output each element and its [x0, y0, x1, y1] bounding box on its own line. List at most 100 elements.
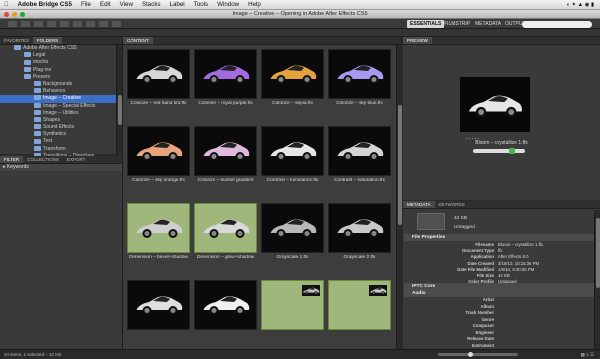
thumbnail-item[interactable]: Colorize – royal purple.ffx [192, 47, 259, 124]
folder-item[interactable]: Presets [0, 74, 122, 81]
path-bar [0, 29, 600, 37]
folder-item[interactable]: Shapes [0, 117, 122, 124]
filter-keywords-row[interactable]: ▸ Keywords [0, 164, 122, 171]
forward-icon[interactable] [21, 20, 30, 27]
folder-icon [34, 131, 41, 137]
folder-item[interactable]: Plug-ins [0, 67, 122, 74]
car-image [337, 142, 384, 161]
tab-preview[interactable]: PREVIEW [403, 37, 432, 44]
folder-item[interactable]: Backgrounds [0, 81, 122, 88]
thumbnail-item[interactable] [192, 278, 259, 355]
tab-keywords[interactable]: KEYWORDS [435, 201, 469, 208]
apple-icon[interactable]:  [4, 1, 9, 8]
folder-item[interactable]: mocha [0, 59, 122, 66]
folder-icon [34, 95, 41, 101]
window-controls [4, 12, 25, 17]
thumbnail-item[interactable] [326, 278, 393, 355]
thumbnail-item[interactable]: Dimension – glow+shadow [192, 201, 259, 278]
thumbnail-size-handle[interactable] [468, 352, 473, 357]
tab-collections[interactable]: COLLECTIONS [23, 156, 63, 163]
recent-icon[interactable] [34, 20, 43, 27]
tab-folders[interactable]: FOLDERS [32, 37, 63, 44]
folder-label: Synthetics [43, 131, 67, 138]
thumbnail-item[interactable] [259, 278, 326, 355]
close-window-icon[interactable] [4, 12, 9, 17]
tab-content[interactable]: CONTENT [123, 37, 153, 44]
thumbnail-caption: Colorize – red hand tint.ffx [130, 101, 187, 106]
zoom-window-icon[interactable] [20, 12, 25, 17]
iptc-core-header[interactable]: IPTC Core [404, 283, 598, 290]
car-image [302, 285, 320, 296]
menu-help[interactable]: Help [248, 1, 261, 8]
preview-image[interactable] [460, 77, 530, 132]
preview-slider-handle[interactable] [509, 148, 515, 154]
refine-icon[interactable] [60, 20, 69, 27]
thumbnail-item[interactable]: Contrast – saturation.ffx [326, 124, 393, 201]
thumbnail-item[interactable]: Colorize – sepia.ffx [259, 47, 326, 124]
menu-app-name[interactable]: Adobe Bridge CS5 [18, 1, 72, 8]
thumbnail-image [127, 126, 190, 176]
folder-item[interactable]: Synthetics [0, 131, 122, 138]
metadata-scrollbar[interactable] [594, 210, 600, 349]
thumbnail-item[interactable]: Contrast – luminance.ffx [259, 124, 326, 201]
folder-item[interactable]: Image – Utilities [0, 110, 122, 117]
thumbnail-size-slider[interactable] [438, 352, 518, 357]
car-image [136, 296, 183, 315]
menu-view[interactable]: View [120, 1, 133, 8]
content-scrollbar[interactable] [396, 45, 402, 349]
rotate-left-icon[interactable] [99, 20, 108, 27]
thumbnail-caption: Grayscale 2.ffx [343, 255, 376, 260]
thumbnail-item[interactable]: Dimension – bevel+shadow [125, 201, 192, 278]
thumbnail-item[interactable]: Grayscale 1.ffx [259, 201, 326, 278]
menu-file[interactable]: File [81, 1, 91, 8]
rotate-right-icon[interactable] [112, 20, 121, 27]
folder-item[interactable]: Transform [0, 146, 122, 153]
audio-header[interactable]: Audio [404, 290, 598, 297]
menu-bar:  Adobe Bridge CS5 File Edit View Stacks… [0, 0, 600, 10]
menu-tools[interactable]: Tools [194, 1, 208, 8]
thumbnail-image [194, 126, 257, 176]
folder-icon [24, 52, 31, 58]
menu-edit[interactable]: Edit [100, 1, 111, 8]
thumbnail-item[interactable]: Colorize – sky blue.ffx [326, 47, 393, 124]
tab-export[interactable]: EXPORT [63, 156, 89, 163]
menu-window[interactable]: Window [217, 1, 239, 8]
workspace-metadata[interactable]: METADATA [472, 20, 504, 28]
preview-slider[interactable] [473, 148, 525, 154]
thumbnail-image [261, 49, 324, 99]
folder-item[interactable]: Adobe After Effects CS5 [0, 45, 122, 52]
content-scroll-thumb[interactable] [398, 105, 402, 225]
open-in-camera-raw-icon[interactable] [73, 20, 82, 27]
thumbnail-item[interactable]: Colorize – sky orange.ffx [125, 124, 192, 201]
tab-filter[interactable]: FILTER [0, 156, 24, 163]
thumbnail-item[interactable]: Grayscale 2.ffx [326, 201, 393, 278]
file-properties-header[interactable]: File Properties [404, 234, 598, 241]
folder-item[interactable]: Image – Special Effects [0, 103, 122, 110]
folder-item[interactable]: Image – Creative [0, 95, 122, 103]
camera-icon[interactable] [47, 20, 56, 27]
thumbnail-item[interactable] [125, 278, 192, 355]
filter-keywords-label: Keywords [6, 164, 29, 170]
thumbnail-item[interactable]: Colorize – red hand tint.ffx [125, 47, 192, 124]
back-icon[interactable] [8, 20, 17, 27]
folder-tree: Adobe After Effects CS5 Legal mocha Plug-in… [0, 45, 122, 174]
folder-item[interactable]: Text [0, 138, 122, 145]
folder-item[interactable]: Legal [0, 52, 122, 59]
workspace-essentials[interactable]: ESSENTIALS [407, 20, 445, 28]
folder-icon [24, 73, 31, 79]
thumbnail-item[interactable]: Colorize – sunset gradient [192, 124, 259, 201]
thumbnail-caption: Contrast – luminance.ffx [266, 178, 319, 183]
folder-item[interactable]: Sound Effects [0, 124, 122, 131]
minimize-window-icon[interactable] [12, 12, 17, 17]
output-icon[interactable] [86, 20, 95, 27]
menu-label[interactable]: Label [170, 1, 185, 8]
menu-stacks[interactable]: Stacks [142, 1, 161, 8]
search-input[interactable] [522, 20, 592, 28]
tab-metadata[interactable]: METADATA [403, 201, 435, 208]
folder-item[interactable]: Behaviors [0, 88, 122, 95]
workspace-filmstrip[interactable]: FILMSTRIP [441, 20, 473, 28]
metadata-size: 42 KB [454, 216, 468, 221]
disclosure-triangle-icon: ▸ [3, 164, 6, 170]
metadata-scroll-thumb[interactable] [596, 218, 600, 288]
tab-favorites[interactable]: FAVORITES [0, 37, 33, 44]
